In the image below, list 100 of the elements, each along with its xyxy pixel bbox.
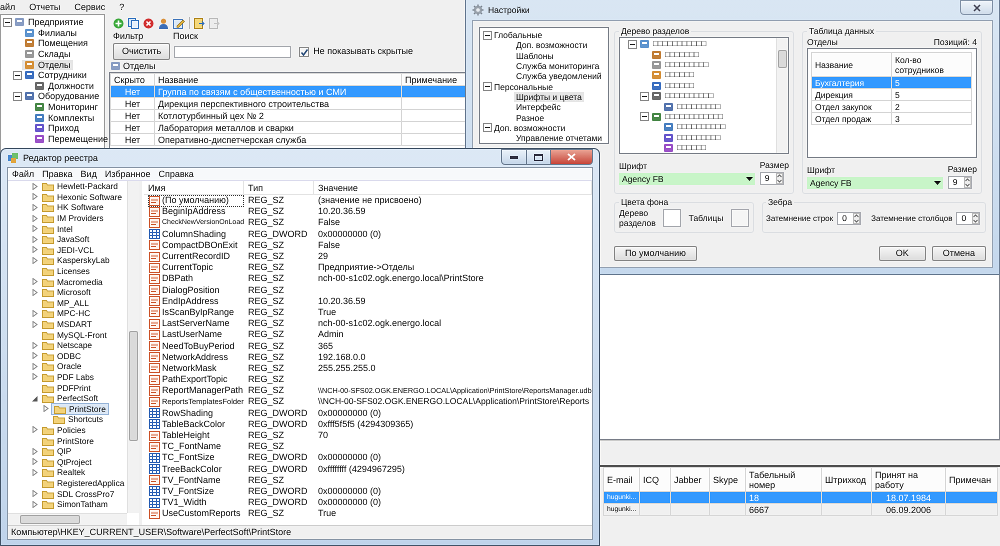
tree-item[interactable]: Microsoft [40,287,93,298]
column-header[interactable]: Принят на работу [872,468,946,492]
tree-item[interactable]: Филиалы [22,28,79,38]
expand-icon[interactable] [43,405,49,412]
tree-item[interactable]: Перемещение [32,134,110,144]
tree-item[interactable]: □□□□□□ [649,80,696,91]
tree-item[interactable]: Oracle [40,361,84,372]
tree-item[interactable]: Мониторинг [32,102,100,112]
tree-item[interactable]: Отделы [22,60,73,70]
menu-item[interactable]: Справка [158,168,194,180]
column-header[interactable]: Имя [144,180,244,194]
value-name[interactable]: IsScanByIpRange [148,306,244,318]
minimize-button[interactable] [501,149,527,165]
value-name[interactable]: TC_FontName [148,440,244,453]
tree-item[interactable]: Шаблоны [514,50,556,61]
ok-button[interactable]: OK [878,246,926,261]
tree-item[interactable]: □□□□□□□□□□ [649,91,716,102]
tree-item[interactable]: Licenses [40,266,92,276]
tree-item[interactable]: PDFPrint [40,382,93,393]
color-swatch[interactable] [731,209,749,227]
collapse-icon[interactable] [483,30,492,40]
scrollbar[interactable] [127,181,139,513]
column-header[interactable]: Тип [244,180,314,194]
column-header[interactable]: ICQ [640,468,670,492]
value-name[interactable]: TreeBackColor [148,463,244,476]
column-header[interactable]: E-mail [604,468,640,492]
tree-item[interactable]: Realtek [40,467,88,478]
column-header[interactable]: Jabber [670,468,710,492]
tree-item[interactable]: Склады [22,49,73,60]
value-name[interactable]: NetworkMask [148,362,244,374]
value-name[interactable]: NetworkAddress [148,351,244,364]
tree-item[interactable]: Комплекты [32,112,96,123]
tree-item[interactable]: IM Providers [40,213,106,224]
value-name[interactable]: BeginIpAddress [148,206,244,218]
tree-item[interactable]: QIP [40,446,74,456]
edit-icon[interactable] [173,18,185,28]
tree-item[interactable]: QtProject [40,456,94,467]
tree-item[interactable]: □□□□□□ [661,143,708,154]
tree-item[interactable]: □□□□□□□□□□□□ [649,112,725,122]
spin-arrows-icon[interactable] [972,213,980,224]
column-header[interactable]: Skype [710,468,746,492]
collapse-icon[interactable] [628,40,637,49]
column-header[interactable]: Название [154,74,402,86]
menu-item[interactable]: Вид [80,168,97,180]
value-name[interactable]: TC_FontSize [148,452,244,464]
checkbox[interactable] [299,46,310,56]
tree-item[interactable]: JEDI-VCL [40,244,96,255]
color-swatch[interactable] [663,209,681,227]
tree-item[interactable]: Policies [40,424,88,435]
menu-item[interactable]: Правка [42,168,73,180]
clear-button[interactable]: Очистить [113,43,170,60]
value-name[interactable]: NeedToBuyPeriod [148,340,244,352]
spin-arrows-icon[interactable] [964,177,971,188]
value-name[interactable]: TableBackColor [148,418,244,430]
spin-box[interactable]: 0 [956,212,980,225]
tree-item[interactable]: Глобальные [492,30,544,40]
tree-item[interactable]: Шрифты и цвета [514,92,584,102]
delete-icon[interactable] [143,18,154,28]
person-icon[interactable] [158,18,169,28]
font-dropdown[interactable]: Agency FB [619,173,755,185]
value-name[interactable]: CurrentRecordID [148,250,244,263]
menu-item[interactable]: Отчеты [29,2,60,12]
scrollbar[interactable] [8,513,127,525]
tree-item[interactable]: Netscape [40,340,94,350]
close-button[interactable] [960,0,993,15]
tree-item[interactable]: HK Software [40,202,106,212]
close-button[interactable] [551,149,593,165]
value-name[interactable]: CompactDBOnExit [148,239,244,252]
tree-item[interactable]: Macromedia [40,276,105,287]
tree-item[interactable]: □□□□□□ [649,70,696,80]
menu-item[interactable]: Избранное [104,168,150,180]
table-row[interactable]: Дирекция 5 [812,88,972,100]
collapse-icon[interactable] [13,70,22,80]
tree-item[interactable]: SDL CrossPro7 [40,488,116,499]
column-header[interactable]: Штрихкод [822,468,872,492]
tree-item[interactable]: Управление отчетами [514,133,604,144]
collapse-icon[interactable] [13,92,22,101]
tree-item[interactable]: Доп. возможности [492,122,568,133]
copy-icon[interactable] [128,18,139,28]
tree-item[interactable]: Hexonic Software [40,192,124,202]
value-name[interactable]: EndIpAddress [148,295,244,308]
tree-item[interactable]: Сотрудники [22,70,89,80]
tree-item[interactable]: Персональные [492,82,555,92]
expand-icon[interactable] [32,426,38,434]
tree-item[interactable]: Hewlett-Packard [40,181,120,192]
column-header[interactable]: Табельный номер [746,468,822,492]
tree-item[interactable]: PDF Labs [40,372,96,382]
column-header[interactable]: Примечан [946,468,998,492]
tree-item[interactable]: Помещения [22,38,90,48]
value-name[interactable]: RowShading [148,407,244,420]
menu-item[interactable]: Файл [12,168,34,180]
spin-box[interactable]: 9 [760,172,784,185]
value-name[interactable]: ColumnShading [148,228,244,240]
value-name[interactable]: LastUserName [148,328,244,341]
table-row[interactable]: Отдел закупок 2 [812,100,972,112]
tree-item[interactable]: Приход [32,123,81,134]
tree-item[interactable]: Доп. возможности [514,40,590,50]
font-dropdown[interactable]: Agency FB [807,177,943,189]
collapse-icon[interactable] [483,123,492,132]
value-name[interactable]: TV_FontSize [148,485,244,498]
